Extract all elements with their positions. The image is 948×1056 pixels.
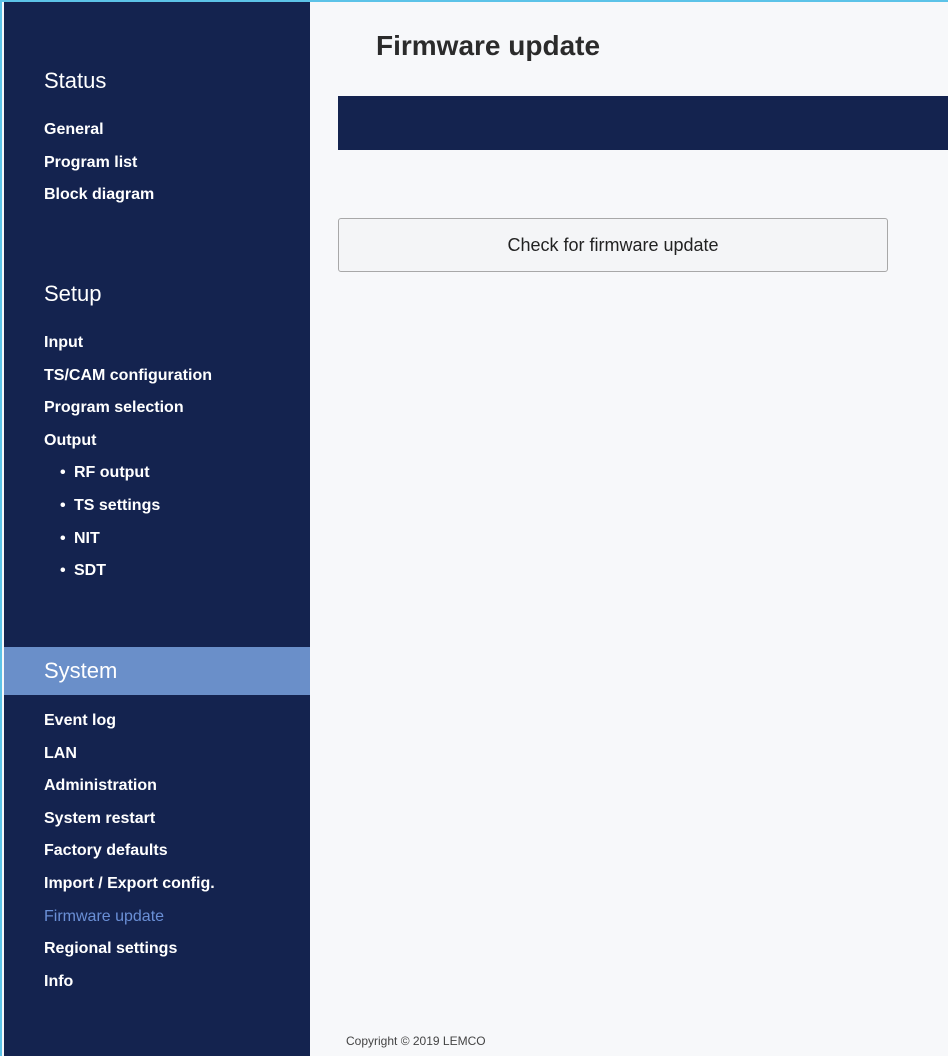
- section-title-setup: Setup: [44, 281, 102, 306]
- bullet-icon: •: [60, 562, 66, 580]
- nav-item-system-restart[interactable]: System restart: [44, 803, 215, 836]
- check-firmware-update-button[interactable]: Check for firmware update: [338, 218, 888, 272]
- nav-item-general[interactable]: General: [44, 114, 154, 147]
- status-nav-list: General Program list Block diagram: [44, 114, 154, 212]
- nav-subitem-sdt[interactable]: • SDT: [44, 555, 212, 588]
- nav-item-firmware-update[interactable]: Firmware update: [44, 901, 215, 934]
- nav-item-administration[interactable]: Administration: [44, 770, 215, 803]
- main-content: Firmware update Check for firmware updat…: [310, 2, 948, 1056]
- nav-subitem-label: SDT: [74, 562, 106, 580]
- nav-item-lan[interactable]: LAN: [44, 738, 215, 771]
- nav-item-program-list[interactable]: Program list: [44, 147, 154, 180]
- page-title: Firmware update: [376, 30, 601, 61]
- bullet-icon: •: [60, 496, 66, 514]
- nav-item-import-export-config[interactable]: Import / Export config.: [44, 868, 215, 901]
- nav-item-factory-defaults[interactable]: Factory defaults: [44, 835, 215, 868]
- nav-subitem-ts-settings[interactable]: • TS settings: [44, 490, 212, 523]
- nav-subitem-label: RF output: [74, 464, 150, 482]
- nav-item-ts-cam-configuration[interactable]: TS/CAM configuration: [44, 360, 212, 393]
- nav-item-info[interactable]: Info: [44, 966, 215, 999]
- setup-nav-list: Input TS/CAM configuration Program selec…: [44, 327, 212, 588]
- sidebar: Status General Program list Block diagra…: [4, 2, 310, 1056]
- nav-subitem-label: TS settings: [74, 496, 161, 514]
- nav-subitem-rf-output[interactable]: • RF output: [44, 457, 212, 490]
- app-frame: Status General Program list Block diagra…: [0, 0, 948, 1056]
- copyright-text: Copyright © 2019 LEMCO: [346, 1034, 486, 1048]
- bullet-icon: •: [60, 464, 66, 482]
- section-title-status: Status: [44, 68, 107, 93]
- nav-item-program-selection[interactable]: Program selection: [44, 392, 212, 425]
- nav-subitem-nit[interactable]: • NIT: [44, 523, 212, 556]
- nav-item-block-diagram[interactable]: Block diagram: [44, 179, 154, 212]
- nav-item-event-log[interactable]: Event log: [44, 705, 215, 738]
- nav-item-output[interactable]: Output: [44, 425, 212, 458]
- nav-item-input[interactable]: Input: [44, 327, 212, 360]
- system-nav-list: Event log LAN Administration System rest…: [44, 705, 215, 998]
- nav-subitem-label: NIT: [74, 529, 100, 547]
- bullet-icon: •: [60, 529, 66, 547]
- header-banner: [338, 96, 948, 150]
- section-title-system: System: [4, 647, 310, 695]
- nav-item-regional-settings[interactable]: Regional settings: [44, 933, 215, 966]
